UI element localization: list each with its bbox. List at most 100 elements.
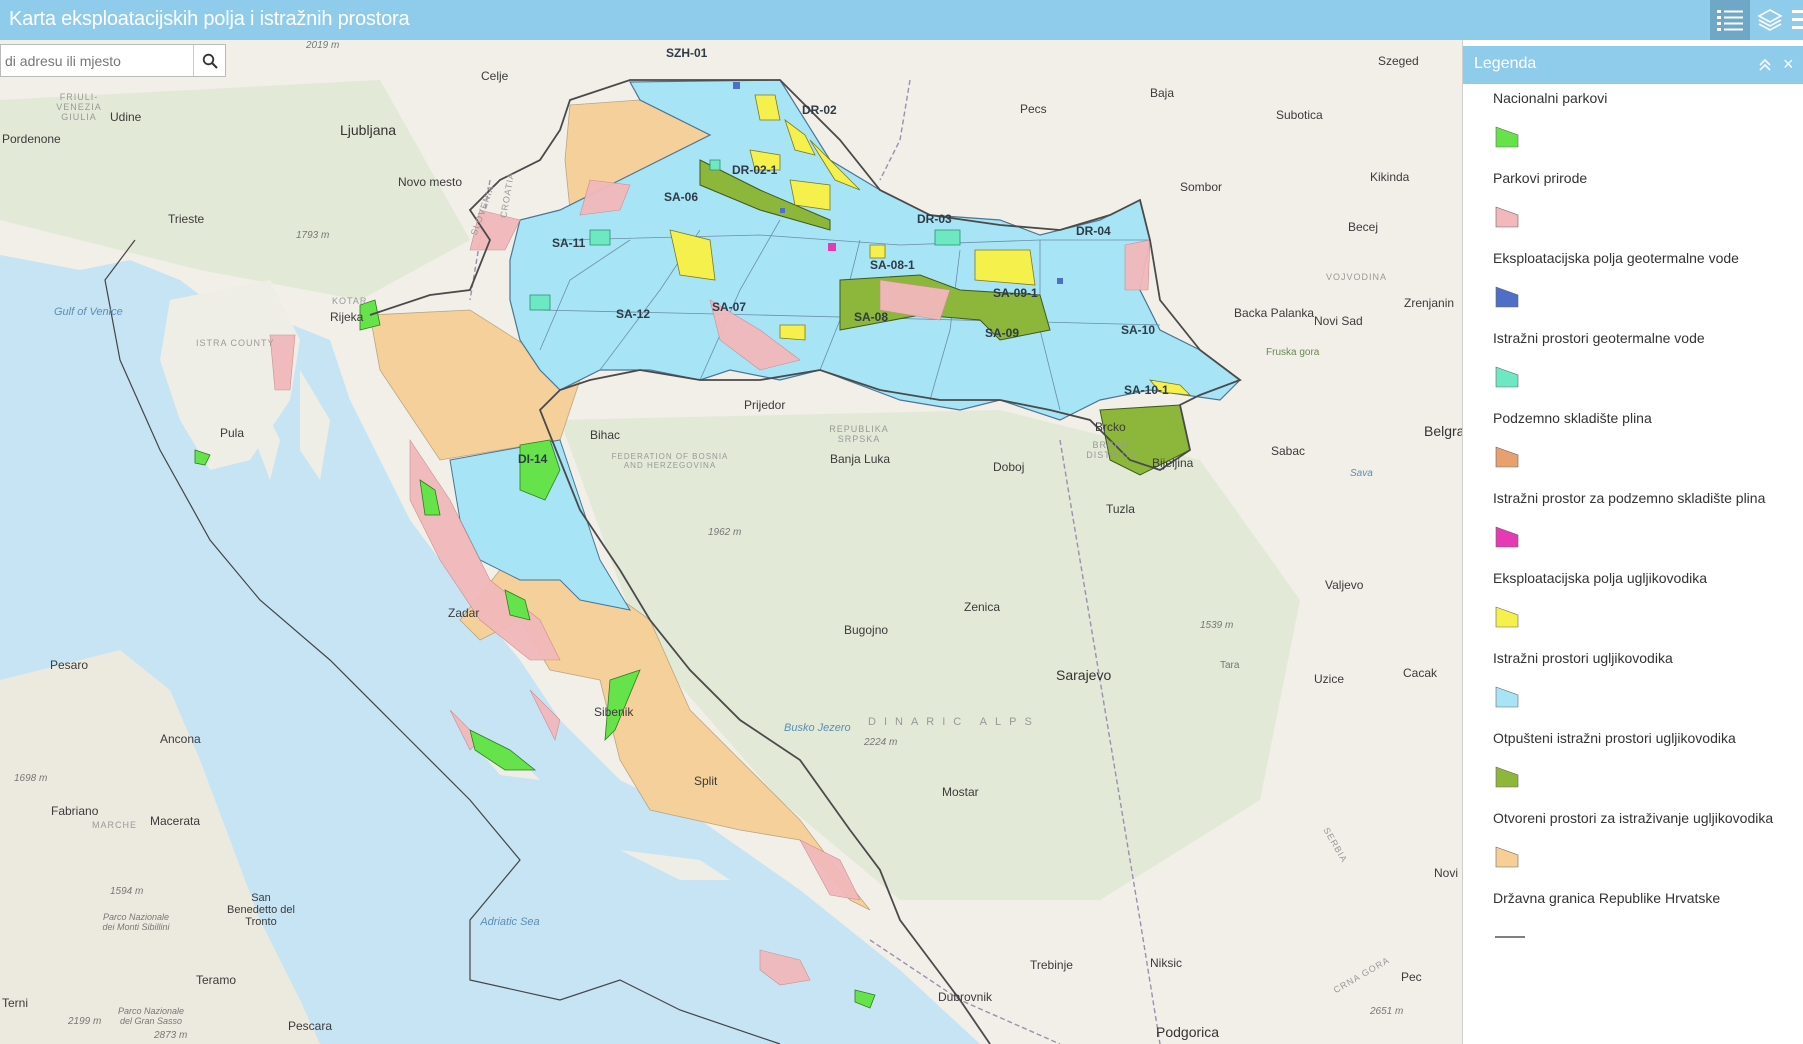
legend-item: Parkovi prirode <box>1477 164 1789 244</box>
water-busko-jezero: Busko Jezero <box>784 722 851 734</box>
legend-swatch <box>1495 846 1519 868</box>
block-label-sa-10-1: SA-10-1 <box>1124 383 1169 397</box>
place-pesaro: Pesaro <box>50 658 89 672</box>
block-label-di-14: DI-14 <box>518 452 548 466</box>
search-input[interactable] <box>1 45 193 76</box>
legend-item: Eksploatacijska polja geotermalne vode <box>1477 244 1789 324</box>
place-szeged: Szeged <box>1378 54 1419 68</box>
place-novo-mesto: Novo mesto <box>398 175 463 189</box>
legend-swatch <box>1495 606 1519 628</box>
label-istra-county: ISTRA COUNTY <box>196 338 275 348</box>
block-label-dr-03: DR-03 <box>917 212 952 226</box>
place-tuzla: Tuzla <box>1106 502 1135 516</box>
place-baja: Baja <box>1150 86 1175 100</box>
legend-list-button[interactable] <box>1710 0 1750 40</box>
place-novi: Novi <box>1434 866 1459 880</box>
place-bihac: Bihac <box>590 428 621 442</box>
region-marche: MARCHE <box>92 820 138 830</box>
water-adriatic-sea: Adriatic Sea <box>480 916 540 928</box>
legend-item: Istražni prostori geotermalne vode <box>1477 324 1789 404</box>
place-sombor: Sombor <box>1180 180 1223 194</box>
label-tara: Tara <box>1220 660 1240 671</box>
block-label-sa-06: SA-06 <box>664 190 699 204</box>
search-button[interactable] <box>193 45 225 76</box>
elevation-label: 2651 m <box>1370 1006 1404 1017</box>
place-pordenone: Pordenone <box>2 132 61 146</box>
legend-item: Podzemno skladište plina <box>1477 404 1789 484</box>
label-gran-sasso: Parco Nazionale del Gran Sasso <box>117 1006 185 1026</box>
legend-swatch <box>1495 766 1519 788</box>
place-udine: Udine <box>110 110 142 124</box>
legend-swatch <box>1495 366 1519 388</box>
more-button[interactable] <box>1790 0 1803 40</box>
place-san-benedetto: San Benedetto del Tronto <box>227 892 295 928</box>
place-mostar: Mostar <box>942 785 979 799</box>
block-label-dr-02: DR-02 <box>802 103 837 117</box>
region-friuli: FRIULI-VENEZIA GIULIA <box>56 92 102 122</box>
place-cacak: Cacak <box>1403 666 1438 680</box>
legend-item: Istražni prostori ugljikovodika <box>1477 644 1789 724</box>
water-gulf-of-venice: Gulf of Venice <box>54 306 123 318</box>
place-kikinda: Kikinda <box>1370 170 1410 184</box>
place-split: Split <box>694 774 718 788</box>
place-niksic: Niksic <box>1150 956 1182 970</box>
place-pula: Pula <box>220 426 245 440</box>
block-label-sa-09: SA-09 <box>985 326 1020 340</box>
place-prijedor: Prijedor <box>744 398 786 412</box>
place-dubrovnik: Dubrovnik <box>938 990 993 1004</box>
place-uzice: Uzice <box>1314 672 1345 686</box>
place-sibenik: Sibenik <box>594 705 634 719</box>
app-header: Karta eksploatacijskih polja i istražnih… <box>0 0 1803 40</box>
place-rijeka: Rijeka <box>330 310 364 324</box>
block-label-szh-01: SZH-01 <box>666 46 708 60</box>
legend-item: Istražni prostor za podzemno skladište p… <box>1477 484 1789 564</box>
place-zrenjanin: Zrenjanin <box>1404 296 1455 310</box>
block-label-sa-07: SA-07 <box>712 300 747 314</box>
place-subotica: Subotica <box>1276 108 1323 122</box>
legend-swatch <box>1495 126 1519 148</box>
block-label-sa-08-1: SA-08-1 <box>870 258 915 272</box>
block-label-sa-12: SA-12 <box>616 307 651 321</box>
legend-item: Nacionalni parkovi <box>1477 84 1789 164</box>
search-box <box>0 44 226 77</box>
elevation-label: 1539 m <box>1200 620 1234 631</box>
label-fruska-gora: Fruska gora <box>1266 347 1320 358</box>
place-novi-sad: Novi Sad <box>1314 314 1363 328</box>
block-label-dr-02-1: DR-02-1 <box>732 163 778 177</box>
legend-item-label: Državna granica Republike Hrvatske <box>1493 890 1721 906</box>
place-bugojno: Bugojno <box>844 623 889 637</box>
legend-item-label: Podzemno skladište plina <box>1493 410 1652 426</box>
legend-item-label: Parkovi prirode <box>1493 170 1588 186</box>
basemap[interactable] <box>0 40 1462 1044</box>
label-kotar: KOTAR <box>332 296 368 306</box>
elevation-label: 2224 m <box>864 737 898 748</box>
legend-swatch <box>1495 686 1519 708</box>
place-teramo: Teramo <box>196 973 237 987</box>
place-pescara: Pescara <box>288 1019 333 1033</box>
block-label-dr-04: DR-04 <box>1076 224 1111 238</box>
legend-item-label: Eksploatacijska polja ugljikovodika <box>1493 570 1708 586</box>
legend-item-label: Istražni prostori geotermalne vode <box>1493 330 1705 346</box>
place-pec: Pec <box>1401 970 1422 984</box>
legend-swatch <box>1495 526 1519 548</box>
legend-swatch <box>1495 206 1519 228</box>
layers-icon <box>1757 9 1783 31</box>
legend-header: Legenda × <box>1463 46 1803 84</box>
region-brcko-district: BRCKO DISTRICT <box>1086 440 1136 460</box>
elevation-label: 1698 m <box>14 773 48 784</box>
place-becej: Becej <box>1348 220 1379 234</box>
layers-button[interactable] <box>1750 0 1790 40</box>
collapse-up-icon[interactable] <box>1755 55 1775 75</box>
place-brcko: Brcko <box>1095 420 1126 434</box>
legend-title: Legenda <box>1474 55 1537 72</box>
place-podgorica: Podgorica <box>1156 1024 1220 1040</box>
close-icon[interactable]: × <box>1783 54 1799 74</box>
map-view[interactable]: SZH-01 DR-02 DR-02-1 DR-03 DR-04 SA-06 S… <box>0 40 1462 1044</box>
region-dinaric-alps: DINARIC ALPS <box>868 716 1040 728</box>
legend-item-label: Istražni prostori ugljikovodika <box>1493 650 1673 666</box>
place-sarajevo: Sarajevo <box>1056 667 1112 683</box>
place-valjevo: Valjevo <box>1325 578 1364 592</box>
place-terni: Terni <box>2 996 29 1010</box>
list-icon <box>1717 10 1743 31</box>
legend-item-label: Otpušteni istražni prostori ugljikovodik… <box>1493 730 1736 746</box>
